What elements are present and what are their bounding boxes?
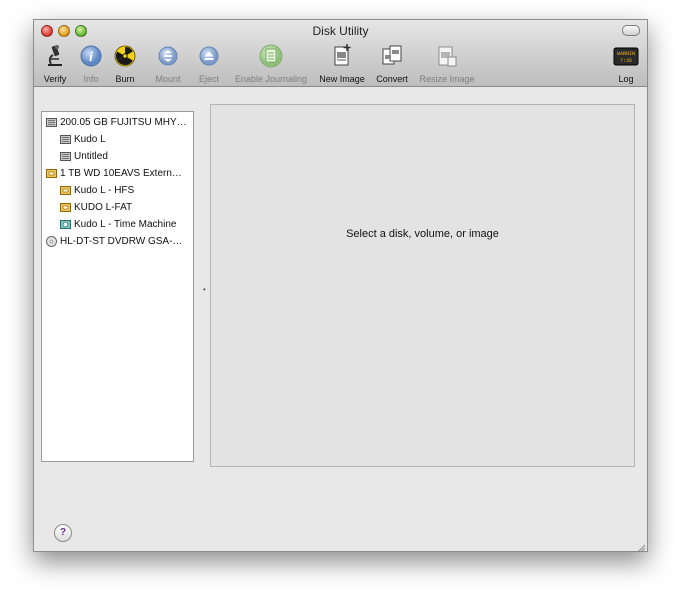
info-icon: i <box>78 44 104 68</box>
volume-icon <box>60 151 71 162</box>
resize-image-button[interactable]: Resize Image <box>416 44 478 86</box>
external-volume-icon <box>60 185 71 196</box>
unified-titlebar-toolbar: Disk Utility Verify i Info Burn Mount Ej… <box>34 20 647 87</box>
toolbar-toggle-button[interactable] <box>622 25 640 36</box>
eject-button[interactable]: Eject <box>194 44 224 86</box>
enable-journaling-button[interactable]: Enable Journaling <box>231 44 311 86</box>
new-image-button[interactable]: New Image <box>316 44 368 86</box>
window-title: Disk Utility <box>312 24 369 38</box>
eject-label: Eject <box>198 74 219 84</box>
volume-label: Kudo L - Time Machine <box>74 219 177 230</box>
log-label: Log <box>618 74 634 84</box>
info-label: Info <box>83 74 99 84</box>
svg-text:WARNIN: WARNIN <box>617 51 635 57</box>
mount-icon <box>155 44 181 68</box>
resize-grip-icon[interactable] <box>636 540 646 553</box>
burn-button[interactable]: Burn <box>110 44 140 86</box>
device-label: 200.05 GB FUJITSU MHY… <box>60 117 187 128</box>
burn-label: Burn <box>115 74 135 84</box>
device-list: 200.05 GB FUJITSU MHY… Kudo L Untitled 1… <box>41 111 194 462</box>
volume-label: Kudo L - HFS <box>74 185 135 196</box>
log-button[interactable]: WARNIN 7:36 Log <box>611 44 641 86</box>
console-log-icon: WARNIN 7:36 <box>613 44 639 68</box>
burn-radiation-icon <box>112 44 138 68</box>
mount-label: Mount <box>155 74 181 84</box>
volume-label: Untitled <box>74 151 108 162</box>
microscope-icon <box>42 44 68 68</box>
new-image-icon <box>329 44 355 68</box>
svg-text:7:36: 7:36 <box>620 58 632 64</box>
optical-drive-icon <box>46 236 57 247</box>
device-label: 1 TB WD 10EAVS Extern… <box>60 168 182 179</box>
resize-image-label: Resize Image <box>419 74 475 84</box>
disk-utility-window: Disk Utility Verify i Info Burn Mount Ej… <box>33 19 648 553</box>
eject-icon <box>196 44 222 68</box>
convert-button[interactable]: Convert <box>372 44 412 86</box>
convert-label: Convert <box>376 74 408 84</box>
split-view-divider-handle[interactable]: • <box>203 285 206 294</box>
volume-label: KUDO L-FAT <box>74 202 133 213</box>
time-machine-volume-icon <box>60 219 71 230</box>
help-button[interactable]: ? <box>54 524 72 542</box>
device-label: HL-DT-ST DVDRW GSA-… <box>60 236 183 247</box>
svg-text:i: i <box>89 50 93 65</box>
enable-journaling-label: Enable Journaling <box>234 74 308 84</box>
external-disk-icon <box>46 168 57 179</box>
external-volume-icon <box>60 202 71 213</box>
convert-icon <box>379 44 405 68</box>
verify-label: Verify <box>43 74 67 84</box>
volume-label: Kudo L <box>74 134 106 145</box>
internal-disk-icon <box>46 117 57 128</box>
journal-icon <box>258 44 284 68</box>
mount-button[interactable]: Mount <box>151 44 185 86</box>
info-button[interactable]: i Info <box>77 44 105 86</box>
detail-pane: Select a disk, volume, or image <box>210 104 635 467</box>
verify-button[interactable]: Verify <box>39 44 71 86</box>
new-image-label: New Image <box>319 74 365 84</box>
resize-image-icon <box>434 44 460 68</box>
empty-selection-message: Select a disk, volume, or image <box>346 228 499 240</box>
volume-icon <box>60 134 71 145</box>
